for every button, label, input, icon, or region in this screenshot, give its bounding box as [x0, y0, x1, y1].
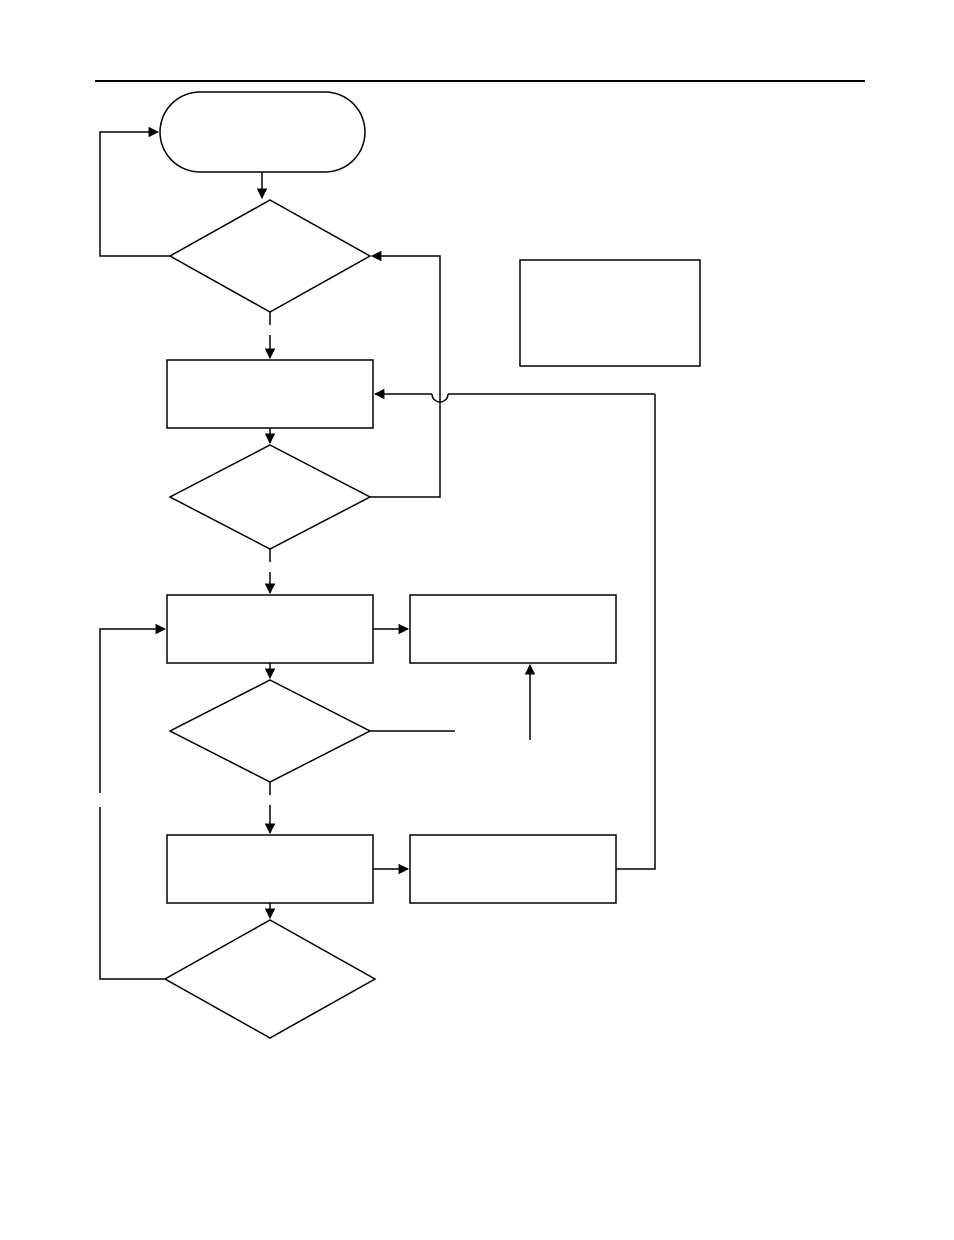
node-process-2 — [167, 595, 373, 663]
node-process-3 — [167, 835, 373, 903]
node-process-1 — [167, 360, 373, 428]
edge-d1-left-loop — [100, 132, 170, 256]
flowchart — [0, 0, 954, 1235]
page — [0, 0, 954, 1235]
node-start — [160, 92, 365, 172]
edge-d2-right-loop — [370, 256, 440, 497]
edge-d4-left-loop — [100, 629, 165, 979]
node-side-1 — [520, 260, 700, 366]
node-decision-4 — [165, 920, 375, 1038]
node-side-3 — [410, 835, 616, 903]
node-decision-1 — [170, 200, 370, 312]
node-decision-3 — [170, 680, 370, 782]
node-side-2 — [410, 595, 616, 663]
node-decision-2 — [170, 445, 370, 549]
edge-d4-left-gap — [97, 793, 103, 807]
edge-side3-loop-to-p1 — [375, 394, 655, 869]
header-rule — [95, 80, 865, 82]
